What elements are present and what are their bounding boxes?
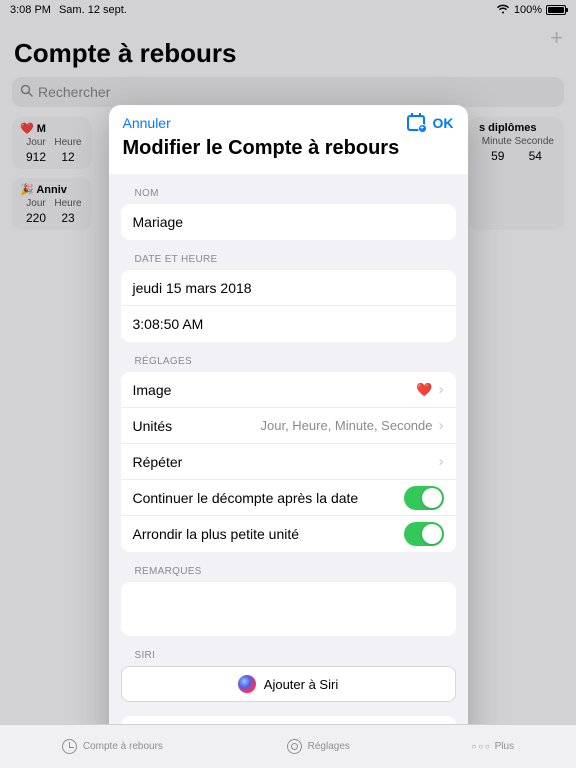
gear-icon (287, 739, 303, 755)
cancel-button[interactable]: Annuler (123, 115, 171, 131)
add-to-siri-button[interactable]: Ajouter à Siri (121, 666, 456, 702)
siri-icon (238, 675, 256, 693)
calendar-add-icon[interactable]: + (407, 115, 425, 131)
section-label-settings: RÉGLAGES (109, 342, 468, 372)
date-field[interactable]: jeudi 15 mars 2018 (121, 270, 456, 306)
section-label-name: NOM (109, 174, 468, 204)
section-label-siri: SIRI (109, 636, 468, 666)
ok-button[interactable]: OK (433, 115, 454, 131)
round-smallest-unit-row: Arrondir la plus petite unité (121, 516, 456, 552)
units-row[interactable]: Unités Jour, Heure, Minute, Seconde› (121, 408, 456, 444)
tab-countdown[interactable]: Compte à rebours (62, 739, 163, 755)
continue-toggle[interactable] (404, 486, 444, 510)
section-label-datetime: DATE ET HEURE (109, 240, 468, 270)
chevron-right-icon: › (439, 453, 444, 470)
chevron-right-icon: › (439, 417, 444, 434)
round-toggle[interactable] (404, 522, 444, 546)
time-field[interactable]: 3:08:50 AM (121, 306, 456, 342)
repeat-row[interactable]: Répéter › (121, 444, 456, 480)
tab-settings[interactable]: Réglages (287, 739, 350, 755)
modal-title: Modifier le Compte à rebours (109, 133, 468, 174)
tab-bar: Compte à rebours Réglages ○○○ Plus (0, 724, 576, 768)
edit-countdown-modal: Annuler + OK Modifier le Compte à rebour… (109, 105, 468, 755)
continue-after-date-row: Continuer le décompte après la date (121, 480, 456, 516)
section-label-remarks: REMARQUES (109, 552, 468, 582)
units-value: Jour, Heure, Minute, Seconde (261, 418, 433, 433)
name-field[interactable]: Mariage (121, 204, 456, 240)
more-icon: ○○○ (474, 739, 490, 755)
remarks-field[interactable] (121, 582, 456, 636)
chevron-right-icon: › (439, 381, 444, 398)
modal-overlay: Annuler + OK Modifier le Compte à rebour… (0, 0, 576, 768)
image-row[interactable]: Image ❤️› (121, 372, 456, 408)
image-value: ❤️ (416, 382, 432, 398)
tab-more[interactable]: ○○○ Plus (474, 739, 514, 755)
clock-icon (62, 739, 78, 755)
